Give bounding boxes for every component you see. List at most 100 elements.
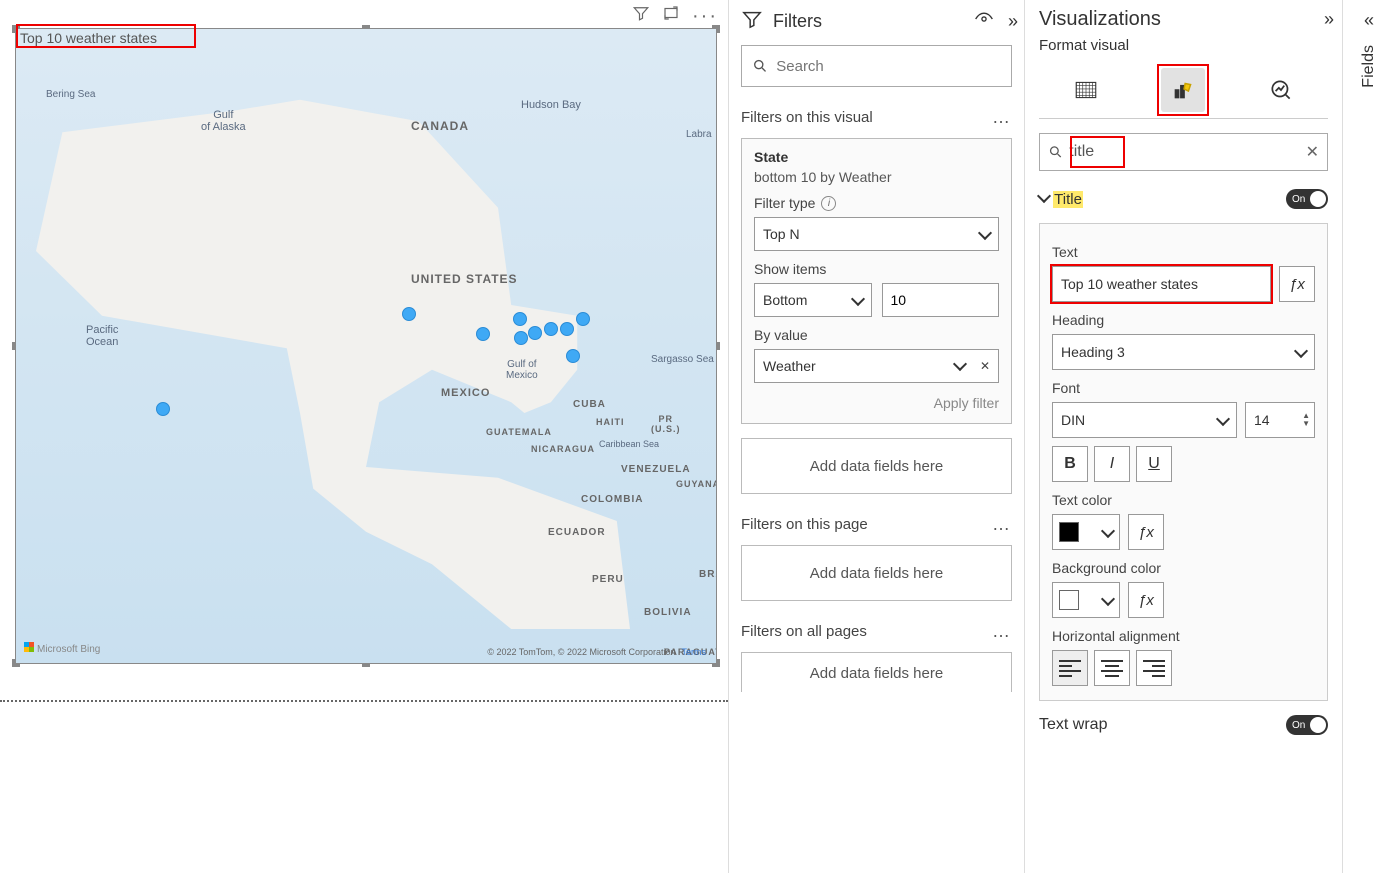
section-menu-icon[interactable]: … bbox=[992, 514, 1012, 535]
format-search-box[interactable]: ✕ bbox=[1039, 133, 1328, 171]
chevron-down-icon bbox=[1216, 411, 1230, 425]
chevron-down-icon bbox=[1101, 591, 1115, 605]
label-pr: PR (U.S.) bbox=[651, 414, 681, 434]
viz-title: Visualizations bbox=[1039, 8, 1161, 31]
text-color-picker[interactable] bbox=[1052, 514, 1120, 550]
text-color-fx-button[interactable]: ƒx bbox=[1128, 514, 1164, 550]
align-right-button[interactable] bbox=[1136, 650, 1172, 686]
bold-button[interactable]: B bbox=[1052, 446, 1088, 482]
collapse-pane-icon[interactable]: » bbox=[1324, 9, 1328, 30]
drop-well-page[interactable]: Add data fields here bbox=[741, 545, 1012, 601]
filters-search[interactable] bbox=[741, 45, 1012, 87]
font-label: Font bbox=[1052, 380, 1315, 396]
map-marker[interactable] bbox=[513, 312, 527, 326]
fields-label: Fields bbox=[1360, 45, 1378, 88]
title-text-input[interactable]: Top 10 weather states bbox=[1052, 266, 1271, 302]
font-size-input[interactable]: 14 ▲▼ bbox=[1245, 402, 1315, 438]
show-count-input[interactable] bbox=[882, 283, 1000, 317]
filter-icon[interactable] bbox=[632, 4, 650, 27]
label-canada: CANADA bbox=[411, 119, 469, 133]
format-visual-tab[interactable] bbox=[1161, 68, 1205, 112]
info-icon[interactable]: i bbox=[821, 196, 836, 211]
title-section-toggle[interactable]: Title bbox=[1039, 191, 1083, 208]
bg-color-label: Background color bbox=[1052, 560, 1315, 576]
filters-pane: Filters » Filters on this visual … State… bbox=[728, 0, 1024, 873]
chevron-down-icon[interactable] bbox=[953, 357, 967, 371]
section-menu-icon[interactable]: … bbox=[992, 621, 1012, 642]
visualizations-pane: Visualizations » Format visual ✕ Title O… bbox=[1024, 0, 1342, 873]
bg-color-fx-button[interactable]: ƒx bbox=[1128, 582, 1164, 618]
label-peru: PERU bbox=[592, 574, 624, 585]
preview-icon[interactable] bbox=[974, 9, 994, 34]
map-marker[interactable] bbox=[402, 307, 416, 321]
text-label: Text bbox=[1052, 244, 1315, 260]
italic-button[interactable]: I bbox=[1094, 446, 1130, 482]
text-color-label: Text color bbox=[1052, 492, 1315, 508]
expand-fields-icon[interactable]: « bbox=[1364, 10, 1374, 31]
build-visual-tab[interactable] bbox=[1064, 68, 1108, 112]
underline-button[interactable]: U bbox=[1136, 446, 1172, 482]
collapse-pane-icon[interactable]: » bbox=[1008, 11, 1012, 32]
chevron-down-icon bbox=[978, 225, 992, 239]
label-guatemala: GUATEMALA bbox=[486, 427, 552, 437]
format-visual-label: Format visual bbox=[1039, 37, 1328, 54]
apply-filter-link[interactable]: Apply filter bbox=[754, 395, 999, 411]
title-properties-card: Text Top 10 weather states ƒx Heading He… bbox=[1039, 223, 1328, 701]
map-marker[interactable] bbox=[476, 327, 490, 341]
map-marker[interactable] bbox=[528, 326, 542, 340]
label-colombia: COLOMBIA bbox=[581, 494, 643, 505]
filter-type-value: Top N bbox=[763, 226, 800, 242]
map-surface[interactable]: Bering Sea Gulf of Alaska CANADA Hudson … bbox=[16, 29, 716, 663]
font-family-select[interactable]: DIN bbox=[1052, 402, 1237, 438]
filter-type-select[interactable]: Top N bbox=[754, 217, 999, 251]
filter-icon bbox=[741, 8, 763, 35]
map-marker[interactable] bbox=[560, 322, 574, 336]
page-edge bbox=[0, 700, 728, 702]
analytics-tab[interactable] bbox=[1259, 68, 1303, 112]
map-marker[interactable] bbox=[156, 402, 170, 416]
filter-summary: bottom 10 by Weather bbox=[754, 169, 999, 185]
align-left-button[interactable] bbox=[1052, 650, 1088, 686]
label-caribbean: Caribbean Sea bbox=[599, 439, 659, 449]
by-value-chip[interactable]: Weather ✕ bbox=[754, 349, 999, 383]
map-marker[interactable] bbox=[576, 312, 590, 326]
search-icon bbox=[752, 57, 768, 75]
show-direction-select[interactable]: Bottom bbox=[754, 283, 872, 317]
align-center-button[interactable] bbox=[1094, 650, 1130, 686]
title-fx-button[interactable]: ƒx bbox=[1279, 266, 1315, 302]
filter-card-state[interactable]: State bottom 10 by Weather Filter typei … bbox=[741, 138, 1012, 424]
visual-header-icons: ··· bbox=[632, 4, 718, 27]
chevron-down-icon bbox=[1294, 343, 1308, 357]
label-labrador: Labra bbox=[686, 129, 712, 140]
focus-mode-icon[interactable] bbox=[662, 4, 680, 27]
map-visual[interactable]: Bering Sea Gulf of Alaska CANADA Hudson … bbox=[15, 28, 717, 664]
map-marker[interactable] bbox=[566, 349, 580, 363]
filter-type-label: Filter type bbox=[754, 195, 815, 211]
heading-label: Heading bbox=[1052, 312, 1315, 328]
text-wrap-toggle[interactable]: On bbox=[1286, 715, 1328, 735]
section-menu-icon[interactable]: … bbox=[992, 107, 1012, 128]
label-guyana: GUYANA bbox=[676, 479, 716, 489]
drop-well-visual[interactable]: Add data fields here bbox=[741, 438, 1012, 494]
text-wrap-label: Text wrap bbox=[1039, 716, 1107, 734]
label-bolivia: BOLIVIA bbox=[644, 607, 692, 618]
more-options-icon[interactable]: ··· bbox=[692, 10, 718, 22]
clear-search-icon[interactable]: ✕ bbox=[1306, 142, 1319, 162]
drop-well-all[interactable]: Add data fields here bbox=[741, 652, 1012, 692]
title-on-toggle[interactable]: On bbox=[1286, 189, 1328, 209]
filters-search-input[interactable] bbox=[776, 58, 1001, 75]
map-marker[interactable] bbox=[544, 322, 558, 336]
report-canvas: ··· Top 10 weather states Bering Sea Gul… bbox=[0, 0, 728, 873]
terms-link[interactable]: Terms bbox=[682, 647, 707, 657]
spin-down-icon[interactable]: ▼ bbox=[1302, 420, 1310, 428]
remove-icon[interactable]: ✕ bbox=[980, 359, 990, 373]
align-label: Horizontal alignment bbox=[1052, 628, 1315, 644]
bg-color-picker[interactable] bbox=[1052, 582, 1120, 618]
format-search-input[interactable] bbox=[1069, 143, 1299, 161]
map-marker[interactable] bbox=[514, 331, 528, 345]
by-value-text: Weather bbox=[763, 358, 816, 374]
label-hudson: Hudson Bay bbox=[521, 99, 581, 111]
fields-pane-collapsed[interactable]: « Fields bbox=[1342, 0, 1395, 873]
by-value-label: By value bbox=[754, 327, 999, 343]
heading-select[interactable]: Heading 3 bbox=[1052, 334, 1315, 370]
